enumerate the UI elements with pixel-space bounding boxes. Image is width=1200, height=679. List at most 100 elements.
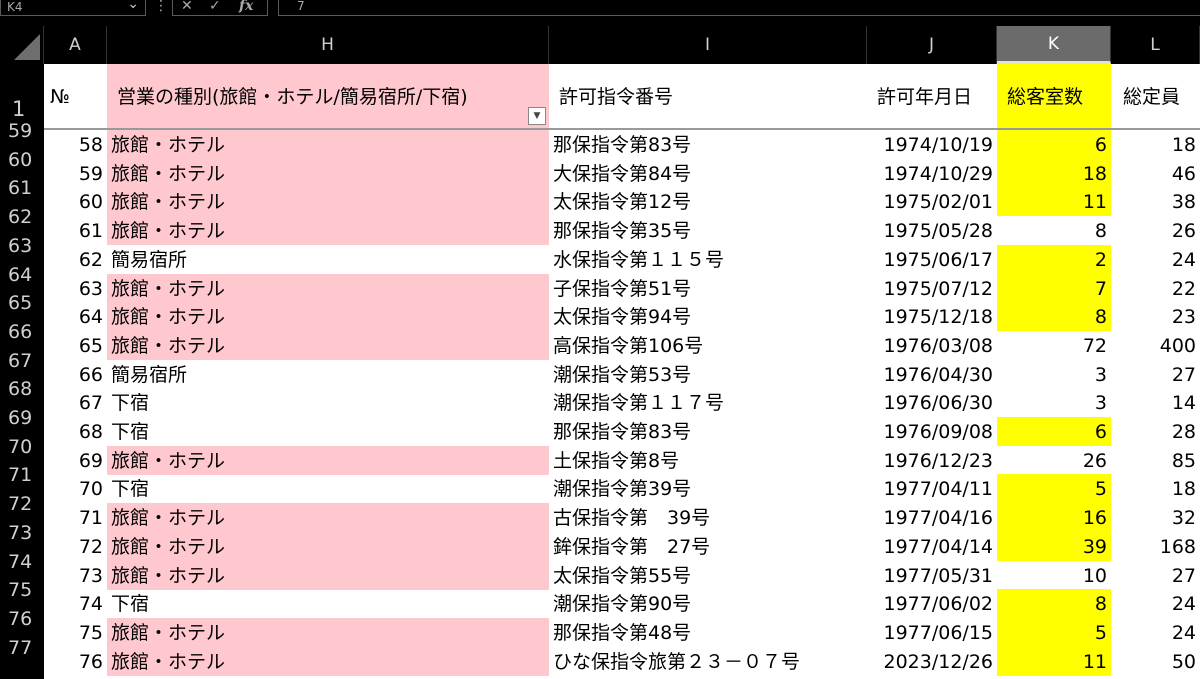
column-header-j[interactable]: J [867,26,997,64]
filter-dropdown-icon[interactable]: ▼ [528,107,546,125]
enter-icon[interactable]: ✓ [209,0,221,13]
column-header-i[interactable]: I [549,26,867,64]
cell-rooms[interactable]: 8 [997,589,1111,619]
cell-capacity[interactable]: 14 [1111,388,1200,417]
cell-no[interactable]: 75 [44,618,107,647]
cell-permit-no[interactable]: 太保指令第12号 [549,187,867,216]
cell-permit-no[interactable]: 水保指令第１１５号 [549,245,867,274]
cell-rooms[interactable]: 18 [997,158,1111,188]
cell-permit-date[interactable]: 1975/05/28 [867,216,997,245]
cell-permit-date[interactable]: 1977/04/14 [867,532,997,561]
cell-permit-no[interactable]: 太保指令第55号 [549,561,867,590]
insert-function-icon[interactable]: fx [239,0,253,13]
cell-type[interactable]: 下宿 [107,417,549,446]
row-header[interactable]: 70 [0,436,44,464]
row-header[interactable]: 67 [0,350,44,378]
cell-permit-date[interactable]: 1976/12/23 [867,446,997,475]
cell-capacity[interactable]: 23 [1111,302,1200,331]
column-header-h[interactable]: H [107,26,549,64]
cell-type[interactable]: 下宿 [107,388,549,417]
row-header[interactable]: 65 [0,292,44,320]
cell-permit-date[interactable]: 1976/03/08 [867,331,997,360]
cell-capacity[interactable]: 85 [1111,446,1200,475]
column-header-l[interactable]: L [1111,26,1200,64]
row-header[interactable]: 72 [0,493,44,521]
cell-permit-no[interactable]: 潮保指令第53号 [549,360,867,389]
cell-capacity[interactable]: 27 [1111,561,1200,590]
cell-no[interactable]: 71 [44,503,107,532]
cell-rooms[interactable]: 6 [997,417,1111,446]
cell-type[interactable]: 旅館・ホテル [107,531,549,561]
cell-permit-no[interactable]: 鉾保指令第 27号 [549,532,867,561]
cell-no[interactable]: 72 [44,532,107,561]
cell-capacity[interactable]: 22 [1111,274,1200,303]
row-header[interactable]: 73 [0,522,44,550]
cell-type[interactable]: 旅館・ホテル [107,330,549,360]
row-header[interactable]: 66 [0,321,44,349]
cell-no[interactable]: 69 [44,446,107,475]
row-header[interactable]: 76 [0,608,44,636]
cell-type[interactable]: 旅館・ホテル [107,560,549,590]
cell-permit-no[interactable]: 子保指令第51号 [549,274,867,303]
cell-type[interactable]: 旅館・ホテル [107,216,549,246]
cell-no[interactable]: 68 [44,417,107,446]
cell-permit-date[interactable]: 1974/10/29 [867,159,997,188]
cell-rooms[interactable]: 8 [997,216,1111,245]
cell-permit-date[interactable]: 1975/06/17 [867,245,997,274]
cell-permit-date[interactable]: 1977/04/16 [867,503,997,532]
cell-rooms[interactable]: 39 [997,531,1111,561]
cell-rooms[interactable]: 3 [997,388,1111,417]
cell-permit-date[interactable]: 1977/05/31 [867,561,997,590]
cell-type[interactable]: 下宿 [107,474,549,503]
cell-permit-date[interactable]: 1976/06/30 [867,388,997,417]
cell-permit-no[interactable]: 土保指令第8号 [549,446,867,475]
row-header[interactable]: 74 [0,551,44,579]
cell-capacity[interactable]: 28 [1111,417,1200,446]
cell-permit-date[interactable]: 1974/10/19 [867,130,997,159]
cell-rooms[interactable]: 7 [997,273,1111,303]
cell-permit-date[interactable]: 1977/06/15 [867,618,997,647]
cell-no[interactable]: 74 [44,589,107,618]
row-header[interactable]: 71 [0,464,44,492]
name-box[interactable]: K4 ⌄ [0,0,146,16]
select-all-button[interactable] [0,26,44,64]
cell-permit-no[interactable]: 那保指令第35号 [549,216,867,245]
cell-permit-date[interactable]: 1976/09/08 [867,417,997,446]
cell-permit-no[interactable]: 太保指令第94号 [549,302,867,331]
cell-type[interactable]: 旅館・ホテル [107,617,549,647]
cell-type[interactable]: 旅館・ホテル [107,646,549,676]
cell-rooms[interactable]: 11 [997,646,1111,676]
cell-capacity[interactable]: 38 [1111,187,1200,216]
cell-rooms[interactable]: 2 [997,244,1111,274]
cell-no[interactable]: 59 [44,159,107,188]
cell-no[interactable]: 62 [44,245,107,274]
cell-permit-no[interactable]: 潮保指令第１１７号 [549,388,867,417]
cell-permit-no[interactable]: 古保指令第 39号 [549,503,867,532]
row-header[interactable]: 64 [0,264,44,292]
cell-rooms[interactable]: 3 [997,360,1111,389]
cell-permit-no[interactable]: 潮保指令第39号 [549,474,867,503]
cell-rooms[interactable]: 16 [997,503,1111,533]
cell-permit-no[interactable]: 那保指令第83号 [549,417,867,446]
cell-permit-date[interactable]: 1975/07/12 [867,274,997,303]
cell-capacity[interactable]: 26 [1111,216,1200,245]
cell-no[interactable]: 66 [44,360,107,389]
cell-rooms[interactable]: 10 [997,561,1111,590]
row-header[interactable]: 75 [0,579,44,607]
cell-rooms[interactable]: 72 [997,331,1111,360]
cell-type[interactable]: 簡易宿所 [107,245,549,274]
cell-permit-no[interactable]: 大保指令第84号 [549,159,867,188]
cell-rooms[interactable]: 26 [997,446,1111,475]
row-header[interactable]: 60 [0,149,44,177]
cell-permit-date[interactable]: 2023/12/26 [867,647,997,676]
cell-capacity[interactable]: 18 [1111,130,1200,159]
row-header[interactable]: 63 [0,235,44,263]
cell-type[interactable]: 旅館・ホテル [107,302,549,332]
cell-no[interactable]: 67 [44,388,107,417]
cell-permit-date[interactable]: 1975/12/18 [867,302,997,331]
cell-capacity[interactable]: 24 [1111,618,1200,647]
cell-rooms[interactable]: 8 [997,302,1111,332]
cell-type[interactable]: 旅館・ホテル [107,130,549,159]
cell-capacity[interactable]: 24 [1111,245,1200,274]
worksheet-grid[interactable]: № 営業の種別(旅館・ホテル/簡易宿所/下宿) ▼ 許可指令番号 許可年月日 総… [44,64,1200,679]
